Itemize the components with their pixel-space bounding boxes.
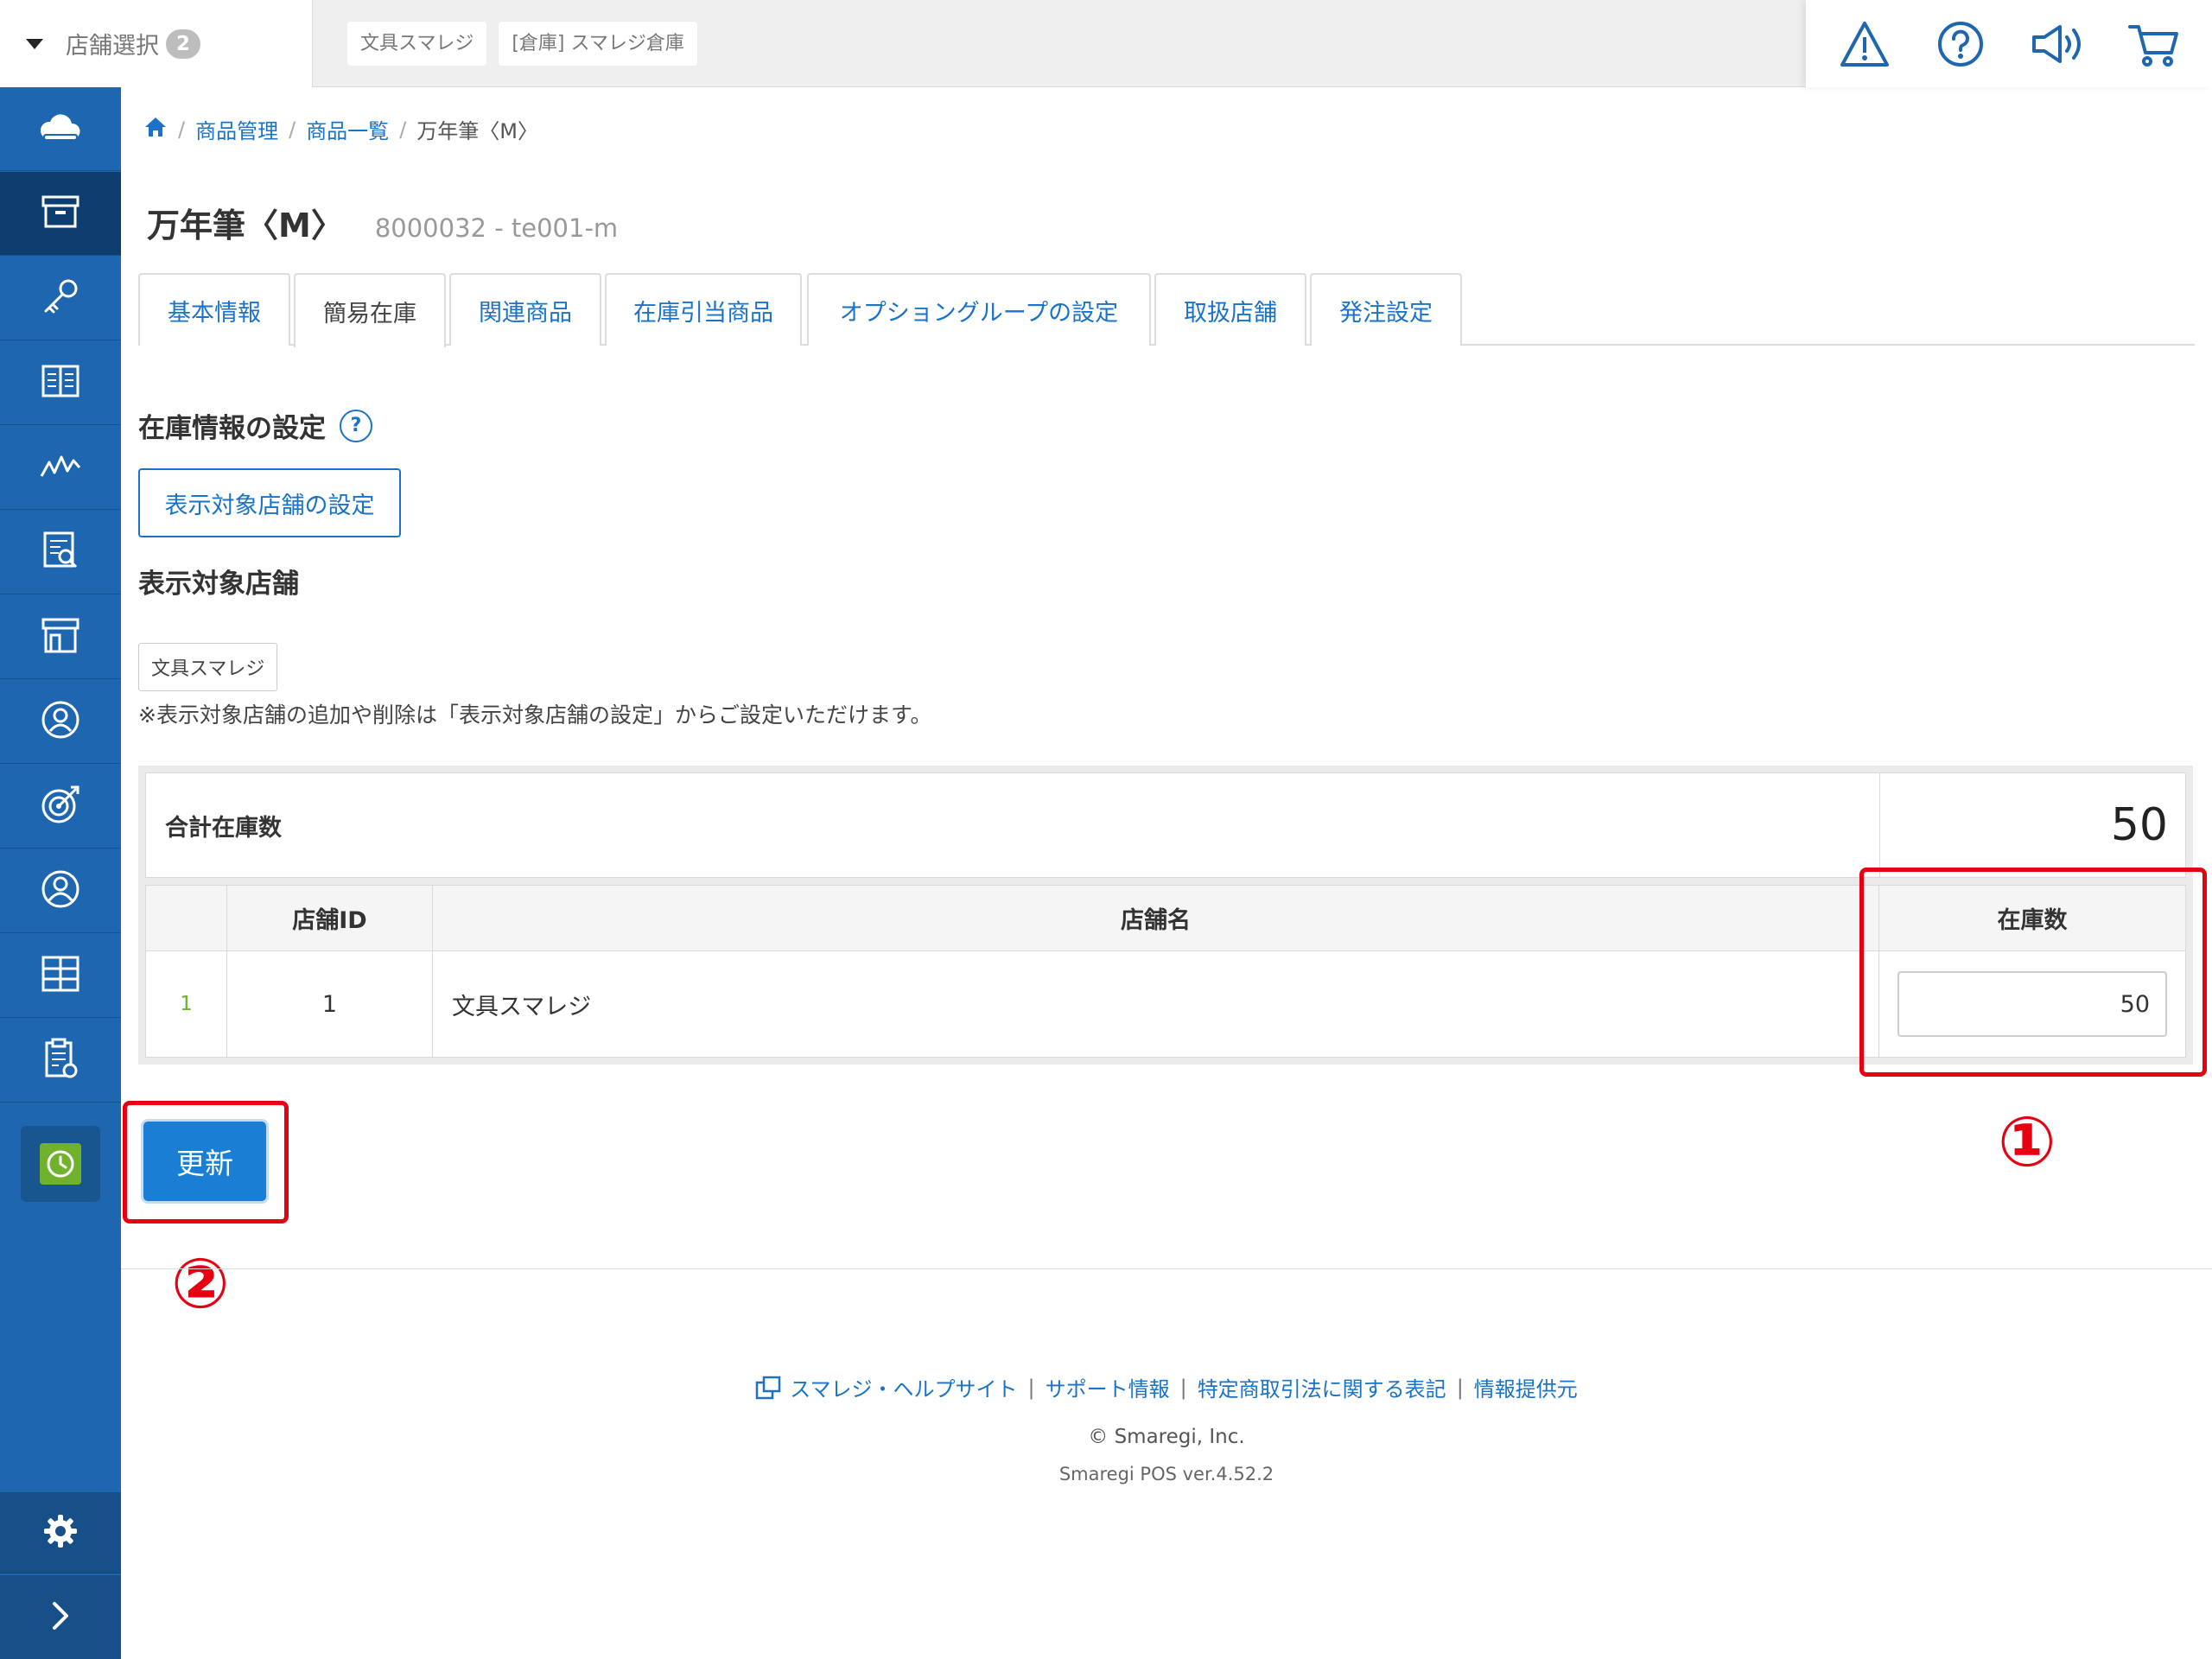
sidebar-item-customer[interactable] xyxy=(0,680,121,764)
cart-icon[interactable] xyxy=(2123,14,2183,74)
table-row-index: 1 xyxy=(146,951,227,1057)
footer-separator: | xyxy=(1456,1375,1464,1400)
sidebar xyxy=(0,87,121,1659)
footer-links: スマレジ・ヘルプサイト | サポート情報 | 特定商取引法に関する表記 | 情報… xyxy=(0,1372,2212,1402)
annotation-number-two: ② xyxy=(171,1243,230,1324)
sidebar-item-products[interactable] xyxy=(0,172,121,256)
footer-separator: | xyxy=(1027,1375,1035,1400)
display-store-tag: 文具スマレジ xyxy=(138,643,278,691)
key-icon xyxy=(41,276,80,320)
total-stock-row: 合計在庫数 50 xyxy=(145,772,2186,878)
sidebar-item-staff[interactable] xyxy=(0,849,121,933)
report-icon xyxy=(41,531,79,574)
footer-link-support[interactable]: サポート情報 xyxy=(1046,1372,1170,1402)
external-link-icon xyxy=(755,1376,781,1400)
tab-simple-stock[interactable]: 簡易在庫 xyxy=(294,273,446,347)
trend-icon xyxy=(39,450,82,485)
store-chip: [倉庫] スマレジ倉庫 xyxy=(499,22,697,66)
tab-handling-stores[interactable]: 取扱店舗 xyxy=(1154,273,1306,346)
settings-button[interactable] xyxy=(0,1492,121,1573)
tab-basic-info[interactable]: 基本情報 xyxy=(138,273,290,346)
warning-icon[interactable] xyxy=(1834,14,1895,74)
footer-separator: | xyxy=(1179,1375,1187,1400)
target-icon xyxy=(40,784,81,829)
sidebar-item-ledger[interactable] xyxy=(0,341,121,425)
breadcrumb-separator: / xyxy=(178,117,186,142)
table-header-store-id: 店舗ID xyxy=(227,886,433,951)
page-title: 万年筆〈M〉 8000032 - te001-m xyxy=(147,199,618,246)
product-code: 8000032 - te001-m xyxy=(374,213,619,243)
footer-link-help-site[interactable]: スマレジ・ヘルプサイト xyxy=(790,1372,1017,1402)
sidebar-expand-button[interactable] xyxy=(0,1575,121,1659)
total-stock-label: 合計在庫数 xyxy=(165,814,282,842)
footer-divider xyxy=(121,1268,2212,1269)
customer-icon xyxy=(41,700,80,743)
store-select-label: 店舗選択 xyxy=(66,33,159,60)
footer-version: Smaregi POS ver.4.52.2 xyxy=(1058,1464,1274,1484)
ledger-icon xyxy=(41,364,80,402)
table-header-store-name: 店舗名 xyxy=(433,886,1879,951)
chevron-right-icon xyxy=(48,1599,73,1637)
tab-stock-allocation[interactable]: 在庫引当商品 xyxy=(605,273,802,346)
footer-link-info-source[interactable]: 情報提供元 xyxy=(1474,1372,1578,1402)
breadcrumb: / 商品管理 / 商品一覧 / 万年筆〈M〉 xyxy=(143,114,538,144)
display-store-note: ※表示対象店舗の追加や削除は「表示対象店舗の設定」からご設定いただけます。 xyxy=(138,702,932,728)
home-icon[interactable] xyxy=(143,116,168,143)
sidebar-item-store[interactable] xyxy=(0,595,121,679)
clock-icon xyxy=(40,1143,81,1185)
store-count-badge: 2 xyxy=(166,29,200,59)
divider xyxy=(1879,773,1880,877)
annotation-box-stock xyxy=(1859,868,2207,1077)
tab-option-group[interactable]: オプショングループの設定 xyxy=(807,273,1151,346)
display-store-settings-button[interactable]: 表示対象店舗の設定 xyxy=(138,468,401,537)
caret-down-icon xyxy=(26,38,43,49)
footer-link-legal[interactable]: 特定商取引法に関する表記 xyxy=(1198,1372,1446,1402)
box-icon xyxy=(41,194,80,232)
staff-icon xyxy=(41,869,80,912)
sidebar-item-trend[interactable] xyxy=(0,426,121,510)
product-name: 万年筆〈M〉 xyxy=(147,207,344,245)
help-icon[interactable]: ? xyxy=(340,409,372,442)
clipboard-icon xyxy=(41,1038,79,1083)
table-header-index xyxy=(146,886,227,951)
footer-copyright: © Smaregi, Inc. xyxy=(1088,1426,1245,1448)
selected-stores: 文具スマレジ [倉庫] スマレジ倉庫 xyxy=(347,22,697,66)
sidebar-item-report[interactable] xyxy=(0,511,121,594)
breadcrumb-separator: / xyxy=(399,117,407,142)
cloud-icon xyxy=(38,110,83,148)
total-stock-value: 50 xyxy=(2110,799,2168,851)
breadcrumb-link-product-list[interactable]: 商品一覧 xyxy=(306,114,389,144)
store-select-dropdown[interactable]: 店舗選択 2 xyxy=(0,0,313,87)
sidebar-item-key[interactable] xyxy=(0,257,121,340)
grid-icon xyxy=(41,955,80,996)
sidebar-item-clipboard[interactable] xyxy=(0,1019,121,1103)
sidebar-item-cloud[interactable] xyxy=(0,87,121,171)
tab-bar: 基本情報 簡易在庫 関連商品 在庫引当商品 オプショングループの設定 取扱店舗 … xyxy=(138,273,2195,347)
top-icon-bar xyxy=(1806,0,2212,87)
stock-settings-title-text: 在庫情報の設定 xyxy=(138,413,326,444)
display-stores-title: 表示対象店舗 xyxy=(138,569,299,600)
store-icon xyxy=(41,616,80,658)
sidebar-item-target[interactable] xyxy=(0,765,121,849)
store-chip: 文具スマレジ xyxy=(347,22,487,66)
tab-order-settings[interactable]: 発注設定 xyxy=(1310,273,1462,346)
help-icon[interactable] xyxy=(1930,14,1991,74)
annotation-number-one: ① xyxy=(1998,1102,2056,1182)
gear-icon xyxy=(42,1513,79,1553)
sidebar-item-grid[interactable] xyxy=(0,934,121,1018)
sidebar-item-timecard[interactable] xyxy=(21,1126,100,1202)
breadcrumb-current: 万年筆〈M〉 xyxy=(416,119,538,143)
megaphone-icon[interactable] xyxy=(2027,14,2088,74)
table-cell-store-name: 文具スマレジ xyxy=(433,951,1879,1057)
breadcrumb-link-product-management[interactable]: 商品管理 xyxy=(195,114,278,144)
tab-related-products[interactable]: 関連商品 xyxy=(449,273,601,346)
annotation-box-update xyxy=(123,1101,289,1224)
stock-settings-title: 在庫情報の設定 ? xyxy=(138,406,372,445)
table-cell-store-id: 1 xyxy=(227,951,433,1057)
breadcrumb-separator: / xyxy=(289,117,296,142)
top-bar: 店舗選択 2 文具スマレジ [倉庫] スマレジ倉庫 xyxy=(0,0,2212,87)
